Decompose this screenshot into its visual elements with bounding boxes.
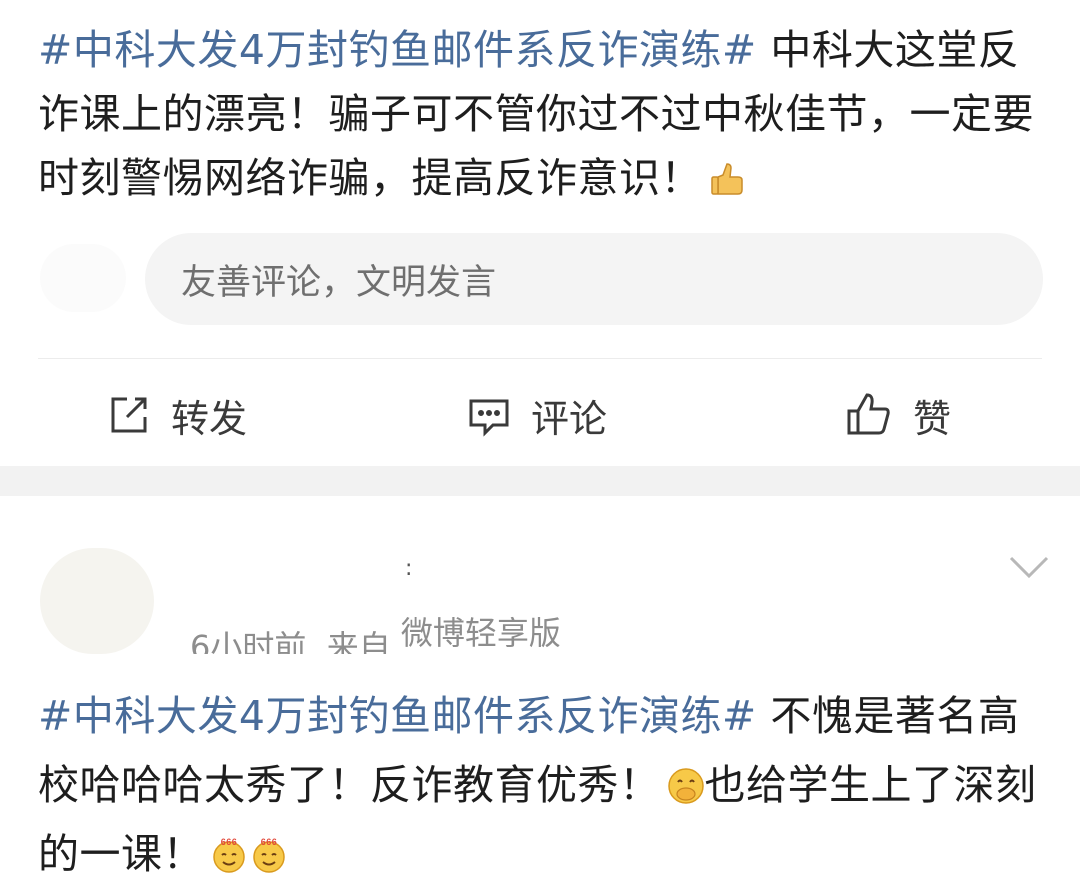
current-user-avatar <box>40 244 126 312</box>
comment-source[interactable]: 微博轻享版 <box>401 614 561 652</box>
comment-time: 6小时前 <box>190 628 307 654</box>
comment-button[interactable]: 评论 <box>467 380 607 450</box>
comment-meta: 6小时前 来自 微博轻享版 <box>190 608 561 660</box>
repost-label: 转发 <box>171 396 248 441</box>
comment-input-placeholder: 友善评论，文明发言 <box>181 262 497 303</box>
like-button[interactable]: 赞 <box>845 380 951 450</box>
comment-input[interactable]: 友善评论，文明发言 <box>145 233 1043 325</box>
thumbs-up-emoji-icon <box>711 163 743 195</box>
commenter-name-redacted <box>410 520 970 586</box>
comment-icon <box>469 399 509 437</box>
like-label: 赞 <box>913 396 952 441</box>
repost-button[interactable]: 转发 <box>107 380 247 450</box>
comment-source-prefix: 来自 <box>326 628 391 654</box>
actions-divider <box>38 358 1042 359</box>
666-face-emoji-icon: 666 <box>213 837 245 873</box>
comment-body: #中科大发4万封钓鱼邮件系反诈演练# 不愧是著名高校哈哈哈太秀了！反诈教育优秀！… <box>38 682 1048 889</box>
post-hashtag-link[interactable]: #中科大发4万封钓鱼邮件系反诈演练# <box>38 26 757 74</box>
svg-text:666: 666 <box>261 837 278 847</box>
chevron-down-icon[interactable] <box>1008 552 1050 582</box>
commenter-avatar[interactable] <box>40 548 154 654</box>
comment-label: 评论 <box>531 396 608 441</box>
comment-hashtag-link[interactable]: #中科大发4万封钓鱼邮件系反诈演练# <box>38 692 757 740</box>
repost-icon <box>111 397 147 433</box>
post-body: #中科大发4万封钓鱼邮件系反诈演练# 中科大这堂反诈课上的漂亮！骗子可不管你过不… <box>38 18 1048 210</box>
svg-text:666: 666 <box>221 837 238 847</box>
like-icon <box>847 393 890 435</box>
666-face-emoji-icon: 666 <box>253 837 285 873</box>
section-separator <box>0 466 1080 496</box>
commenter-name-fragment: : <box>405 556 413 581</box>
hand-over-mouth-emoji-icon <box>667 768 704 804</box>
